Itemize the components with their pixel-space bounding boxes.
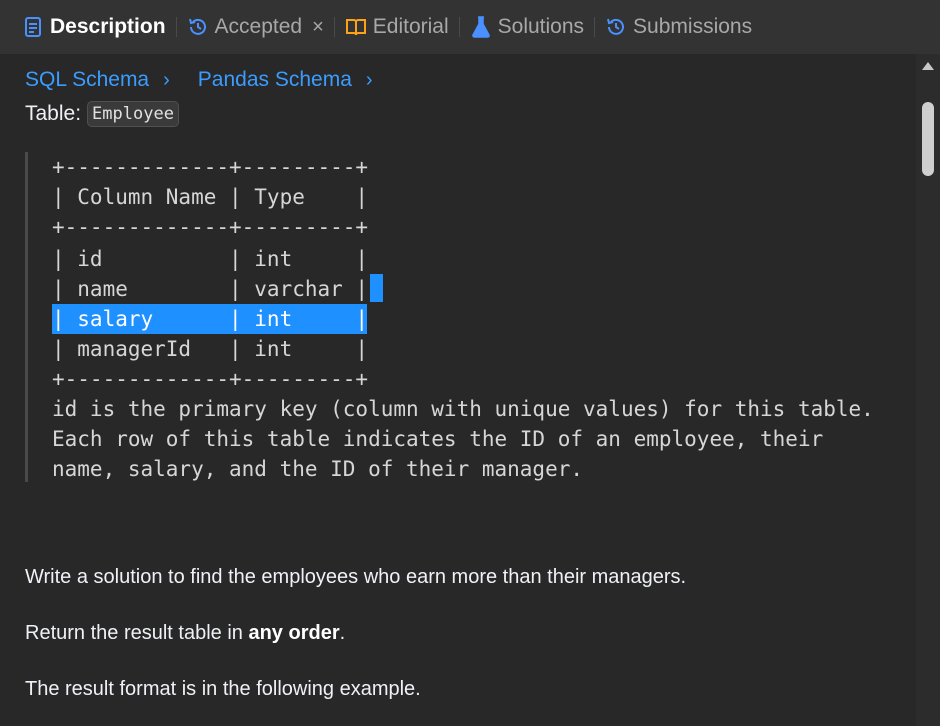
schema-line: +-------------+---------+	[52, 155, 369, 179]
schema-line: | managerId | int |	[52, 337, 369, 361]
selection-caret	[370, 274, 383, 302]
tab-label: Accepted	[214, 15, 303, 38]
book-icon	[345, 16, 367, 38]
link-label: SQL Schema	[25, 68, 150, 91]
tab-label: Editorial	[372, 15, 449, 38]
order-bold: any order	[248, 622, 340, 644]
close-icon[interactable]: ×	[312, 16, 324, 39]
table-name-code: Employee	[87, 101, 179, 127]
tab-divider	[458, 17, 460, 37]
tab-accepted[interactable]: Accepted ×	[187, 0, 324, 54]
schema-note: Each row of this table indicates the ID …	[52, 427, 824, 451]
schema-line: | Column Name | Type |	[52, 185, 369, 209]
tab-divider	[175, 17, 177, 37]
table-label: Table:	[25, 102, 82, 125]
clock-history-icon	[187, 16, 209, 38]
tab-bar: Description Accepted × Editorial Solutio…	[0, 0, 940, 54]
tab-divider	[333, 17, 335, 37]
sql-schema-link[interactable]: SQL Schema ›	[25, 68, 170, 92]
vertical-scrollbar[interactable]	[916, 54, 940, 726]
clock-history-icon	[605, 16, 627, 38]
flask-icon	[470, 16, 492, 38]
format-note: The result format is in the following ex…	[25, 678, 421, 700]
link-label: Pandas Schema	[197, 68, 352, 91]
scroll-up-arrow-icon[interactable]	[922, 62, 934, 70]
tab-label: Solutions	[497, 15, 585, 38]
tab-label: Description	[50, 15, 166, 38]
chevron-right-icon: ›	[163, 68, 170, 91]
tab-description[interactable]: Description	[22, 0, 166, 54]
scroll-thumb[interactable]	[922, 102, 934, 176]
tab-submissions[interactable]: Submissions	[605, 0, 752, 54]
tab-solutions[interactable]: Solutions	[470, 0, 584, 54]
schema-links: SQL Schema › Pandas Schema ›	[25, 68, 401, 92]
chevron-right-icon: ›	[365, 68, 373, 91]
order-suffix: .	[339, 622, 346, 644]
schema-line: | id | int |	[52, 247, 369, 271]
tab-divider	[594, 17, 596, 37]
description-panel: SQL Schema › Pandas Schema › Table: Empl…	[0, 54, 916, 726]
schema-code-block[interactable]: +-------------+---------+ | Column Name …	[25, 152, 898, 482]
pandas-schema-link[interactable]: Pandas Schema ›	[198, 68, 373, 92]
schema-note: id is the primary key (column with uniqu…	[52, 397, 874, 421]
schema-note: name, salary, and the ID of their manage…	[52, 457, 584, 481]
schema-line: +-------------+---------+	[52, 215, 369, 239]
schema-line: +-------------+---------+	[52, 367, 369, 391]
order-note: Return the result table in any order.	[25, 622, 345, 645]
problem-statement: Write a solution to find the employees w…	[25, 566, 687, 588]
table-heading: Table: Employee	[25, 101, 179, 127]
schema-line-selected: | salary | int |	[52, 307, 369, 331]
tab-label: Submissions	[633, 15, 753, 38]
schema-line: | name | varchar |	[52, 277, 369, 301]
order-prefix: Return the result table in	[25, 622, 249, 644]
description-icon	[22, 16, 44, 38]
tab-editorial[interactable]: Editorial	[345, 0, 449, 54]
